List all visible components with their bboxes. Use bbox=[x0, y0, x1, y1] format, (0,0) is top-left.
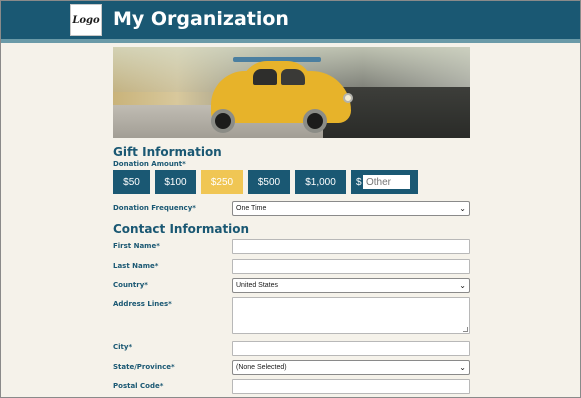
amount-button-250[interactable]: $250 bbox=[201, 170, 243, 194]
logo: Logo bbox=[70, 4, 102, 36]
hero-image bbox=[113, 47, 470, 138]
city-label: City* bbox=[113, 343, 133, 351]
postal-code-field[interactable] bbox=[232, 379, 470, 394]
first-name-field[interactable] bbox=[232, 239, 470, 254]
donation-amount-label: Donation Amount* bbox=[113, 160, 186, 168]
org-title: My Organization bbox=[113, 8, 289, 30]
donation-frequency-value: One Time bbox=[236, 205, 267, 212]
country-value: United States bbox=[236, 282, 279, 289]
donation-frequency-label: Donation Frequency* bbox=[113, 204, 196, 212]
other-amount-input[interactable] bbox=[363, 175, 410, 189]
city-field[interactable] bbox=[232, 341, 470, 356]
resize-grip-icon[interactable] bbox=[463, 327, 468, 332]
contact-info-heading: Contact Information bbox=[113, 222, 250, 236]
chevron-down-icon: ⌄ bbox=[459, 204, 466, 213]
address-lines-field[interactable] bbox=[232, 297, 470, 334]
last-name-field[interactable] bbox=[232, 259, 470, 274]
last-name-label: Last Name* bbox=[113, 262, 159, 270]
amount-button-100[interactable]: $100 bbox=[155, 170, 196, 194]
header-stripe bbox=[1, 39, 580, 43]
currency-prefix: $ bbox=[356, 176, 362, 188]
country-label: Country* bbox=[113, 281, 148, 289]
amount-button-500[interactable]: $500 bbox=[248, 170, 290, 194]
state-province-label: State/Province* bbox=[113, 363, 175, 371]
chevron-down-icon: ⌄ bbox=[459, 281, 466, 290]
address-lines-label: Address Lines* bbox=[113, 300, 172, 308]
first-name-label: First Name* bbox=[113, 242, 160, 250]
postal-code-label: Postal Code* bbox=[113, 382, 164, 390]
gift-info-heading: Gift Information bbox=[113, 145, 222, 159]
state-province-select[interactable]: (None Selected) ⌄ bbox=[232, 360, 470, 375]
state-province-value: (None Selected) bbox=[236, 364, 287, 371]
amount-button-50[interactable]: $50 bbox=[113, 170, 150, 194]
chevron-down-icon: ⌄ bbox=[459, 363, 466, 372]
amount-button-1000[interactable]: $1,000 bbox=[295, 170, 346, 194]
country-select[interactable]: United States ⌄ bbox=[232, 278, 470, 293]
donation-frequency-select[interactable]: One Time ⌄ bbox=[232, 201, 470, 216]
